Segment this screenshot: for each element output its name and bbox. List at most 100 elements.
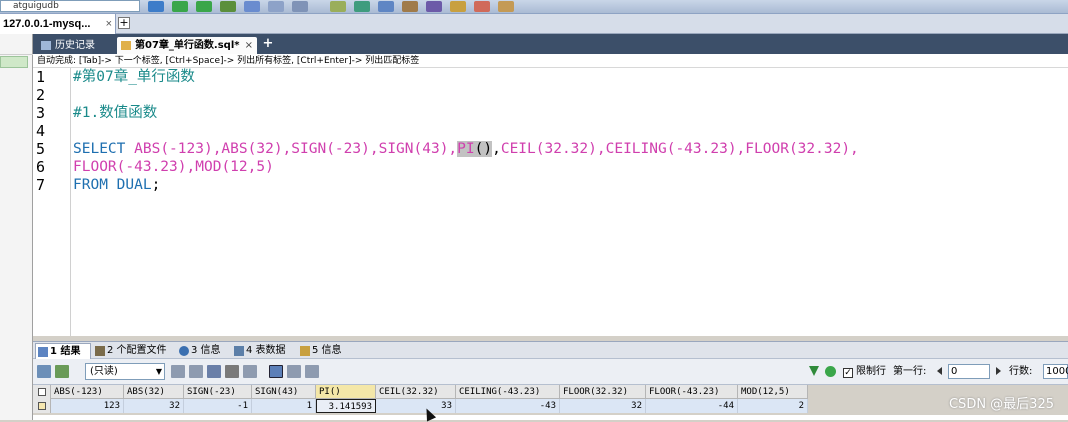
delete-icon[interactable] [225,365,239,378]
punctuation-semicolon: ; [151,177,161,193]
schema-icon[interactable] [292,1,308,12]
grid-cell[interactable]: 2 [738,399,808,413]
column-header[interactable]: FLOOR(-43.23) [646,385,738,399]
profile-icon [95,346,105,356]
grid-empty-area [33,415,1068,420]
column-header[interactable]: CEIL(32.32) [376,385,456,399]
line-number: 2 [36,86,46,104]
table-icon[interactable] [474,1,490,12]
select-all-checkbox[interactable] [33,385,51,399]
grid-cell[interactable]: 32 [124,399,184,413]
refresh-results-icon[interactable] [825,366,836,377]
divider [0,54,33,55]
code-line-select: SELECT ABS(-123),ABS(32),SIGN(-23),SIGN(… [73,140,859,158]
import-grid-icon[interactable] [55,365,69,378]
column-header[interactable]: FLOOR(32.32) [560,385,646,399]
backup-icon[interactable] [354,1,370,12]
refresh-grid-icon[interactable] [243,365,257,378]
column-header[interactable]: MOD(12,5) [738,385,808,399]
tab-messages[interactable]: 3 信息 [177,343,229,359]
tab-info-label: 5 信息 [312,345,342,356]
export-icon[interactable] [450,1,466,12]
table-icon [234,346,244,356]
paste-icon[interactable] [189,365,203,378]
first-row-input[interactable]: 0 [948,364,990,379]
checkbox-icon [38,402,46,410]
function-args: () [474,141,493,157]
grid-cell-selected[interactable]: 3.141593 [316,399,376,413]
function-sign: SIGN [378,141,414,157]
code-line-floor-mod: FLOOR(-43.23),MOD(12,5) [73,158,274,176]
add-connection-button[interactable]: + [118,17,130,29]
read-only-select[interactable]: (只读) ▼ [85,363,165,380]
text-view-icon[interactable] [305,365,319,378]
grid-cell[interactable]: -1 [184,399,252,413]
query-builder-icon[interactable] [498,1,514,12]
grid-view-icon[interactable] [269,365,283,378]
prev-page-icon[interactable] [937,367,942,375]
copy-icon[interactable] [171,365,185,378]
line-number: 6 [36,158,46,176]
column-header[interactable]: ABS(-123) [51,385,124,399]
users-icon[interactable] [402,1,418,12]
grid-cell[interactable]: 1 [252,399,316,413]
tab-info[interactable]: 5 信息 [298,343,352,359]
add-tab-button[interactable]: + [261,37,275,51]
column-header[interactable]: ABS(32) [124,385,184,399]
history-icon [41,41,51,50]
column-header-selected[interactable]: PI() [316,385,376,399]
rows-input[interactable]: 1000 [1043,364,1068,379]
stop-icon[interactable] [220,1,236,12]
keyword-from-dual: FROM DUAL [73,177,152,193]
code-comment-section: #1.数值函数 [73,105,158,121]
tab-table-data[interactable]: 4 表数据 [232,343,294,359]
tab-results[interactable]: 1 结果 [35,343,91,359]
form-view-icon[interactable] [287,365,301,378]
close-icon[interactable]: × [106,14,112,34]
sync-icon[interactable] [378,1,394,12]
column-header[interactable]: CEILING(-43.23) [456,385,560,399]
row-checkbox[interactable] [33,399,51,413]
function-mod: MOD [195,159,222,175]
edit-icon[interactable] [330,1,346,12]
refresh-icon[interactable] [148,1,164,12]
grid-cell[interactable]: -43 [456,399,560,413]
watermark: CSDN @最后325 [948,397,1054,412]
line-number: 1 [36,68,46,86]
new-table-icon[interactable] [244,1,260,12]
code-comment-title: #第07章_单行函数 [73,69,195,85]
tab-sql-file[interactable]: 第07章_单行函数.sql* × [117,37,257,54]
line-number: 3 [36,104,46,122]
export-grid-icon[interactable] [37,365,51,378]
save-icon[interactable] [207,365,221,378]
function-abs: ABS [221,141,248,157]
function-sign: SIGN [291,141,327,157]
grid-cell[interactable]: 123 [51,399,124,413]
object-browser[interactable] [0,34,33,420]
column-header[interactable]: SIGN(43) [252,385,316,399]
column-header[interactable]: SIGN(-23) [184,385,252,399]
close-icon[interactable]: × [245,37,253,54]
object-browser-selected-item[interactable] [0,56,28,68]
sql-editor[interactable]: 1 2 3 4 5 6 7 #第07章_单行函数 #1.数值函数 SELECT … [33,68,1068,336]
database-select[interactable]: atguigudb [0,0,140,12]
function-floor: FLOOR [745,141,789,157]
format-icon[interactable] [268,1,284,12]
tab-history[interactable]: 历史记录 [37,37,117,54]
connection-tab[interactable]: 127.0.0.1-mysq... × [0,14,116,34]
filter-icon[interactable] [809,366,819,376]
execute-icon[interactable] [172,1,188,12]
punctuation-comma: , [492,141,501,157]
function-args: (43), [413,141,458,157]
grid-cell[interactable]: -44 [646,399,738,413]
connection-tab-bar: 127.0.0.1-mysq... × + [0,14,1068,34]
checkbox-icon: ✓ [843,368,853,378]
code-line-from: FROM DUAL; [73,176,160,194]
limit-rows-checkbox[interactable]: ✓ [843,363,853,380]
import-icon[interactable] [426,1,442,12]
grid-cell[interactable]: 32 [560,399,646,413]
execute-all-icon[interactable] [196,1,212,12]
grid-cell[interactable]: 33 [376,399,456,413]
tab-profiles[interactable]: 2 个配置文件 [93,343,173,359]
next-page-icon[interactable] [996,367,1001,375]
